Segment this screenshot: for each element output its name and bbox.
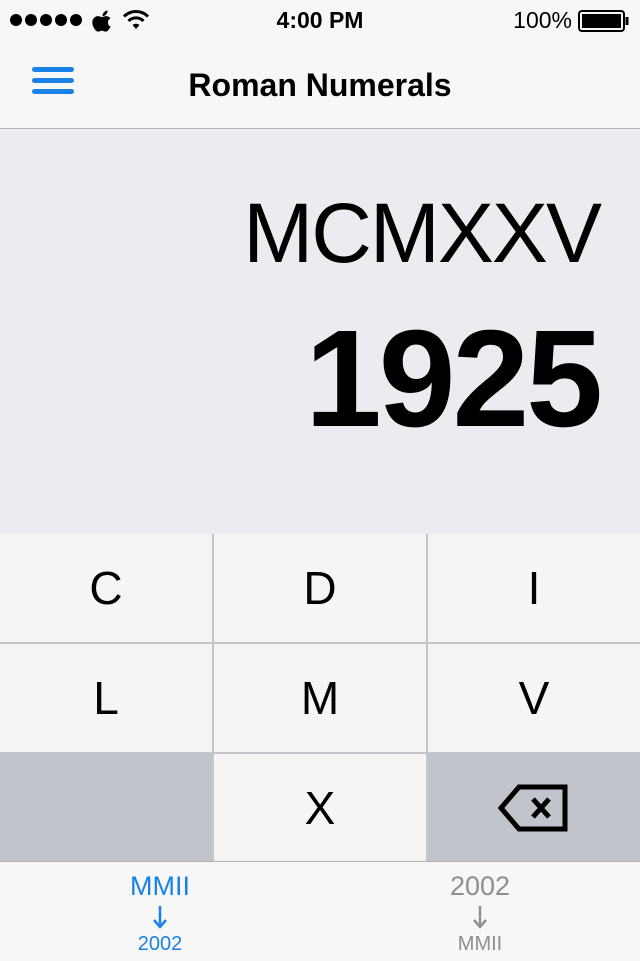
backspace-button[interactable] xyxy=(428,754,640,862)
tab-roman-label: MMII xyxy=(130,871,190,901)
arrow-down-icon xyxy=(473,906,487,929)
blank-key xyxy=(0,754,212,862)
tab-arabic-to-roman[interactable]: 2002 MMII xyxy=(320,870,640,956)
backspace-icon xyxy=(497,784,568,832)
arabic-number-value: 1925 xyxy=(305,302,603,456)
key-i[interactable]: I xyxy=(428,534,640,642)
tab-bar: MMII 2002 2002 MMII xyxy=(0,861,640,961)
key-d[interactable]: D xyxy=(214,534,426,642)
key-c[interactable]: C xyxy=(0,534,212,642)
tab-roman-to-arabic[interactable]: MMII 2002 xyxy=(0,870,320,956)
result-display: MCMXXV 1925 xyxy=(0,129,640,534)
battery-percentage: 100% xyxy=(513,7,572,33)
tab-roman-sublabel: MMII xyxy=(457,933,503,955)
arrow-down-icon xyxy=(153,906,167,929)
key-x[interactable]: X xyxy=(214,754,426,862)
key-m[interactable]: M xyxy=(214,644,426,752)
page-title: Roman Numerals xyxy=(188,67,452,103)
key-l[interactable]: L xyxy=(0,644,212,752)
roman-numeral-value: MCMXXV xyxy=(243,186,602,280)
status-bar: 4:00 PM 100% xyxy=(0,0,640,40)
key-v[interactable]: V xyxy=(428,644,640,752)
navigation-bar: Roman Numerals xyxy=(0,40,640,129)
tab-arabic-sublabel: 2002 xyxy=(137,933,183,955)
tab-arabic-label: 2002 xyxy=(449,871,511,901)
battery-full-icon xyxy=(578,10,629,32)
numeral-keypad: C D I L M V X xyxy=(0,534,640,862)
